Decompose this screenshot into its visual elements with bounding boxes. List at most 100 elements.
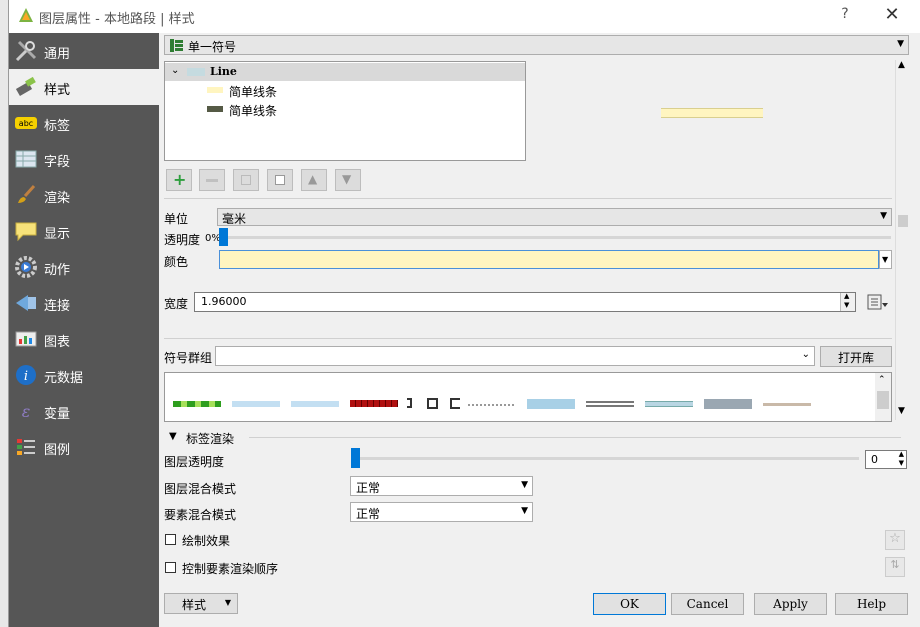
close-button[interactable]: ✕ bbox=[881, 4, 903, 26]
data-defined-override-icon[interactable] bbox=[866, 292, 890, 312]
symbol-preset[interactable] bbox=[763, 403, 811, 406]
width-label: 宽度 bbox=[164, 297, 189, 311]
line-preview-icon bbox=[187, 68, 205, 76]
feature-blend-select[interactable]: 正常 ▼ bbox=[350, 502, 533, 522]
effects-star-button[interactable]: ☆ bbox=[885, 530, 905, 550]
symbol-group-select[interactable]: ⌄ bbox=[215, 346, 815, 366]
move-up-button[interactable]: ▲ bbox=[301, 169, 327, 191]
layer-opacity-slider-track[interactable] bbox=[354, 457, 859, 460]
triangle-up-icon: ▲ bbox=[308, 172, 318, 186]
help-button[interactable]: ? bbox=[835, 6, 855, 26]
opacity-label: 透明度 bbox=[164, 233, 201, 247]
scroll-up-icon[interactable]: ▲ bbox=[898, 60, 905, 70]
layer-blend-select[interactable]: 正常 ▼ bbox=[350, 476, 533, 496]
sort-order-button[interactable]: ⇅ bbox=[885, 557, 905, 577]
sidebar-item-general[interactable]: 通用 bbox=[9, 33, 159, 69]
scroll-up-icon[interactable]: ⌃ bbox=[878, 375, 886, 385]
help-dialog-button[interactable]: Help bbox=[835, 593, 908, 615]
sidebar-item-joins[interactable]: 连接 bbox=[9, 285, 159, 321]
remove-layer-button[interactable] bbox=[199, 169, 225, 191]
triangle-down-icon: ▼ bbox=[342, 172, 352, 186]
symbol-preset[interactable] bbox=[173, 401, 221, 407]
spin-up-icon[interactable]: ▲ bbox=[844, 292, 849, 300]
symbol-preset[interactable] bbox=[407, 398, 412, 408]
layer-opacity-spinbox[interactable]: 0 ▲ ▼ bbox=[865, 450, 907, 469]
ok-button[interactable]: OK bbox=[593, 593, 666, 615]
sidebar-item-actions[interactable]: 动作 bbox=[9, 249, 159, 285]
gallery-scrollbar[interactable]: ⌃ bbox=[875, 373, 891, 421]
style-menu-button[interactable]: 样式 ▼ bbox=[164, 593, 238, 614]
sidebar-item-rendering[interactable]: 渲染 bbox=[9, 177, 159, 213]
apply-button[interactable]: Apply bbox=[754, 593, 827, 615]
sidebar-item-label: 显示 bbox=[44, 227, 71, 242]
opacity-slider-track[interactable] bbox=[223, 236, 891, 239]
symbol-preset[interactable] bbox=[291, 401, 339, 407]
sidebar-item-label: 连接 bbox=[44, 299, 71, 314]
abc-label-icon: abc bbox=[15, 117, 37, 129]
minus-icon bbox=[206, 179, 218, 182]
sidebar-item-fields[interactable]: 字段 bbox=[9, 141, 159, 177]
renderer-select[interactable]: 单一符号 ▼ bbox=[164, 35, 909, 55]
sidebar-item-diagrams[interactable]: 图表 bbox=[9, 321, 159, 357]
open-library-button[interactable]: 打开库 bbox=[820, 346, 892, 367]
draw-effects-checkbox[interactable] bbox=[165, 534, 176, 545]
sidebar-item-label: 通用 bbox=[44, 47, 71, 62]
sidebar-item-label: 元数据 bbox=[44, 371, 84, 386]
layer-blend-value: 正常 bbox=[356, 481, 381, 495]
tree-row-root[interactable]: ⌄ Line bbox=[165, 63, 525, 81]
sidebar-item-labels[interactable]: abc 标签 bbox=[9, 105, 159, 141]
sidebar-item-style[interactable]: 样式 bbox=[9, 69, 159, 105]
layer-opacity-value: 0 bbox=[871, 453, 878, 466]
join-icon bbox=[16, 295, 36, 311]
symbol-preset[interactable] bbox=[450, 398, 460, 409]
spin-down-icon[interactable]: ▼ bbox=[899, 459, 904, 467]
layer-opacity-label: 图层透明度 bbox=[164, 455, 225, 469]
color-menu-button[interactable]: ▼ bbox=[879, 250, 892, 269]
color-button[interactable] bbox=[219, 250, 879, 269]
symbol-preset[interactable] bbox=[350, 400, 398, 407]
symbol-preset[interactable] bbox=[586, 401, 634, 407]
symbol-preset[interactable] bbox=[427, 398, 438, 409]
opacity-slider-handle[interactable] bbox=[219, 228, 228, 246]
gear-action-icon bbox=[15, 256, 37, 278]
symbol-preset[interactable] bbox=[645, 401, 693, 407]
lock-layer-button[interactable] bbox=[233, 169, 259, 191]
line-swatch-icon bbox=[207, 87, 223, 93]
sidebar-item-label: 图例 bbox=[44, 443, 71, 458]
width-input[interactable]: 1.96000 ▲ ▼ bbox=[194, 292, 856, 312]
content-scrollbar[interactable]: ▲ ▼ bbox=[895, 60, 910, 420]
scroll-down-icon[interactable]: ▼ bbox=[898, 406, 905, 416]
layer-opacity-slider-handle[interactable] bbox=[351, 448, 360, 468]
width-spinner[interactable]: ▲ ▼ bbox=[840, 292, 855, 311]
tree-row-child[interactable]: 简单线条 bbox=[165, 100, 525, 119]
sidebar-item-display[interactable]: 显示 bbox=[9, 213, 159, 249]
symbol-preset[interactable] bbox=[527, 399, 575, 409]
sidebar-item-legend[interactable]: 图例 bbox=[9, 429, 159, 465]
duplicate-layer-button[interactable] bbox=[267, 169, 293, 191]
sidebar: 通用 样式 abc 标签 字段 渲染 显示 动作 连接 图表 i 元数据 ε 变… bbox=[9, 33, 159, 627]
symbol-preset[interactable] bbox=[704, 399, 752, 409]
sidebar-item-metadata[interactable]: i 元数据 bbox=[9, 357, 159, 393]
unit-label: 单位 bbox=[164, 212, 189, 226]
width-value: 1.96000 bbox=[201, 295, 247, 308]
sidebar-item-label: 动作 bbox=[44, 263, 71, 278]
scroll-thumb[interactable] bbox=[877, 391, 889, 409]
symbol-preset[interactable] bbox=[232, 401, 280, 407]
layer-properties-dialog: 图层属性 - 本地路段 | 样式 ? ✕ 通用 样式 abc 标签 字段 渲染 … bbox=[8, 0, 920, 627]
duplicate-icon bbox=[275, 175, 285, 185]
spin-down-icon[interactable]: ▼ bbox=[844, 301, 849, 309]
tree-row-child[interactable]: 简单线条 bbox=[165, 81, 525, 100]
add-layer-button[interactable]: + bbox=[166, 169, 192, 191]
cancel-button[interactable]: Cancel bbox=[671, 593, 744, 615]
collapse-triangle-icon[interactable]: ▼ bbox=[169, 431, 177, 442]
control-order-checkbox[interactable] bbox=[165, 562, 176, 573]
sidebar-item-variables[interactable]: ε 变量 bbox=[9, 393, 159, 429]
move-down-button[interactable]: ▼ bbox=[335, 169, 361, 191]
spin-up-icon[interactable]: ▲ bbox=[899, 450, 904, 458]
symbol-preset[interactable] bbox=[468, 404, 516, 406]
scroll-thumb[interactable] bbox=[898, 215, 908, 227]
collapse-arrow-icon[interactable]: ⌄ bbox=[171, 65, 179, 76]
lock-icon bbox=[241, 175, 251, 185]
unit-select[interactable]: 毫米 ▼ bbox=[217, 208, 892, 226]
section-title: 标签渲染 bbox=[186, 432, 235, 446]
